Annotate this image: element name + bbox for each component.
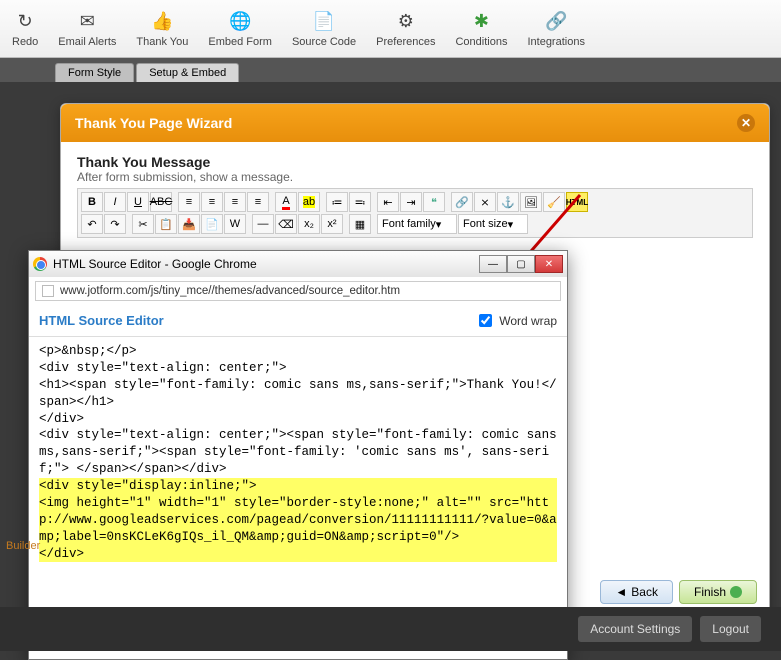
close-icon: ✕: [741, 116, 751, 130]
undo-button[interactable]: ↶: [81, 214, 103, 234]
italic-button[interactable]: I: [104, 192, 126, 212]
tab-form-style-label: Form Style: [68, 67, 121, 79]
url-text: www.jotform.com/js/tiny_mce//themes/adva…: [60, 285, 400, 297]
side-builder-label: Builder: [0, 540, 40, 552]
link-button[interactable]: 🔗: [451, 192, 473, 212]
source-editor-header: HTML Source Editor Word wrap: [29, 305, 567, 337]
image-button[interactable]: 🖼: [520, 192, 542, 212]
conditions-button[interactable]: ✱ Conditions: [445, 4, 517, 53]
branch-icon: ✱: [469, 9, 493, 33]
link-icon: 🔗: [544, 9, 568, 33]
copy-button[interactable]: 📋: [155, 214, 177, 234]
html-source-button[interactable]: HTML: [566, 192, 588, 212]
ol-button[interactable]: ≕: [349, 192, 371, 212]
wizard-title: Thank You Page Wizard: [75, 115, 232, 131]
tab-setup-embed-label: Setup & Embed: [149, 67, 226, 79]
chrome-icon: [33, 257, 47, 271]
envelope-icon: ✉: [75, 9, 99, 33]
main-toolbar: ↻ Redo ✉ Email Alerts 👍 Thank You 🌐 Embe…: [0, 0, 781, 58]
minimize-button[interactable]: ―: [479, 255, 507, 273]
forecolor-button[interactable]: A: [275, 192, 297, 212]
back-button[interactable]: ◄ Back: [600, 580, 673, 604]
source-editor-textarea[interactable]: <p>&nbsp;</p> <div style="text-align: ce…: [29, 337, 567, 617]
strike-button[interactable]: ABC: [150, 192, 172, 212]
ul-button[interactable]: ≔: [326, 192, 348, 212]
source-code-label: Source Code: [292, 36, 356, 48]
sub-button[interactable]: x₂: [298, 214, 320, 234]
bold-button[interactable]: B: [81, 192, 103, 212]
remove-format-button[interactable]: ⌫: [275, 214, 297, 234]
table-button[interactable]: ▦: [349, 214, 371, 234]
word-wrap-toggle[interactable]: Word wrap: [475, 311, 557, 330]
globe-icon: 🌐: [228, 9, 252, 33]
preferences-button[interactable]: ⚙ Preferences: [366, 4, 445, 53]
embed-form-button[interactable]: 🌐 Embed Form: [198, 4, 282, 53]
window-titlebar[interactable]: HTML Source Editor - Google Chrome ― ▢ ✕: [29, 251, 567, 277]
bottom-bar: Account Settings Logout: [0, 607, 781, 651]
paste-word-button[interactable]: W: [224, 214, 246, 234]
align-center-button[interactable]: ≡: [201, 192, 223, 212]
source-plain-text: <p>&nbsp;</p> <div style="text-align: ce…: [39, 344, 564, 476]
rich-text-toolbar: B I U ABC ≡ ≡ ≡ ≡ A ab ≔ ≕ ⇤ ⇥ ❝ 🔗: [77, 188, 753, 238]
finish-button[interactable]: Finish: [679, 580, 757, 604]
redo-button[interactable]: ↻ Redo: [2, 4, 48, 53]
wizard-header: Thank You Page Wizard ✕: [61, 104, 769, 142]
tab-setup-embed[interactable]: Setup & Embed: [136, 63, 239, 82]
word-wrap-checkbox[interactable]: [479, 314, 492, 327]
cleanup-button[interactable]: 🧹: [543, 192, 565, 212]
source-editor-title: HTML Source Editor: [39, 313, 164, 328]
align-justify-button[interactable]: ≡: [247, 192, 269, 212]
font-size-select[interactable]: Font size ▾: [458, 214, 528, 234]
window-close-button[interactable]: ✕: [535, 255, 563, 273]
align-left-button[interactable]: ≡: [178, 192, 200, 212]
embed-form-label: Embed Form: [208, 36, 272, 48]
message-subtitle: After form submission, show a message.: [77, 170, 753, 184]
redo-label: Redo: [12, 36, 38, 48]
paste-button[interactable]: 📥: [178, 214, 200, 234]
outdent-button[interactable]: ⇤: [377, 192, 399, 212]
preferences-label: Preferences: [376, 36, 435, 48]
integrations-button[interactable]: 🔗 Integrations: [517, 4, 594, 53]
unlink-button[interactable]: ⨯: [474, 192, 496, 212]
message-title: Thank You Message: [77, 154, 753, 170]
anchor-button[interactable]: ⚓: [497, 192, 519, 212]
window-title: HTML Source Editor - Google Chrome: [53, 257, 257, 271]
html-source-editor-window: HTML Source Editor - Google Chrome ― ▢ ✕…: [28, 250, 568, 660]
hr-button[interactable]: —: [252, 214, 274, 234]
email-alerts-button[interactable]: ✉ Email Alerts: [48, 4, 126, 53]
thank-you-label: Thank You: [136, 36, 188, 48]
tab-form-style[interactable]: Form Style: [55, 63, 134, 82]
logout-button[interactable]: Logout: [700, 616, 761, 642]
source-highlighted-text: <div style="display:inline;"> <img heigh…: [39, 478, 557, 562]
maximize-button[interactable]: ▢: [507, 255, 535, 273]
thank-you-button[interactable]: 👍 Thank You: [126, 4, 198, 53]
check-icon: [730, 586, 742, 598]
backcolor-button[interactable]: ab: [298, 192, 320, 212]
redo-icon: ↻: [13, 9, 37, 33]
account-settings-button[interactable]: Account Settings: [578, 616, 692, 642]
tabs-bar: Form Style Setup & Embed: [0, 58, 781, 82]
source-code-button[interactable]: 📄 Source Code: [282, 4, 366, 53]
word-wrap-label: Word wrap: [499, 314, 557, 328]
align-right-button[interactable]: ≡: [224, 192, 246, 212]
document-icon: 📄: [312, 9, 336, 33]
font-family-select[interactable]: Font family ▾: [377, 214, 457, 234]
wizard-close-button[interactable]: ✕: [737, 114, 755, 132]
email-alerts-label: Email Alerts: [58, 36, 116, 48]
page-icon: [42, 285, 54, 297]
paste-text-button[interactable]: 📄: [201, 214, 223, 234]
redo2-button[interactable]: ↷: [104, 214, 126, 234]
sup-button[interactable]: x²: [321, 214, 343, 234]
blockquote-button[interactable]: ❝: [423, 192, 445, 212]
address-bar[interactable]: www.jotform.com/js/tiny_mce//themes/adva…: [35, 281, 561, 301]
indent-button[interactable]: ⇥: [400, 192, 422, 212]
gear-icon: ⚙: [394, 9, 418, 33]
underline-button[interactable]: U: [127, 192, 149, 212]
conditions-label: Conditions: [455, 36, 507, 48]
integrations-label: Integrations: [527, 36, 584, 48]
cut-button[interactable]: ✂: [132, 214, 154, 234]
thumbs-up-icon: 👍: [150, 9, 174, 33]
